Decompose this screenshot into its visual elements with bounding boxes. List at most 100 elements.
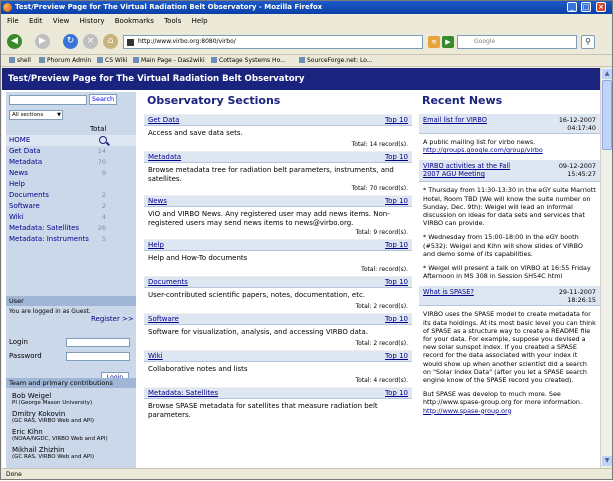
section-total: Total: 14 record(s). [351, 141, 408, 148]
reload-icon[interactable]: ↻ [63, 34, 78, 49]
menu-history[interactable]: History [80, 17, 105, 25]
top10-link[interactable]: Top 10 [385, 278, 408, 286]
menu-edit[interactable]: Edit [29, 17, 43, 25]
top10-link[interactable]: Top 10 [385, 352, 408, 360]
status-bar: Done [2, 468, 612, 480]
login-label: Login [9, 338, 28, 346]
password-label: Password [9, 352, 42, 360]
bookmark-item[interactable]: shell [9, 55, 31, 67]
section-description: Browse SPASE metadata for satellites tha… [148, 402, 378, 419]
section-link[interactable]: Documents [148, 278, 188, 286]
news-datetime: 29-11-2007 18:26:15 [558, 288, 596, 305]
section-total: Total: record(s). [361, 266, 408, 273]
section-link[interactable]: Software [148, 315, 179, 323]
news-headline-link[interactable]: Email list for VIRBO [423, 116, 523, 124]
close-button[interactable]: × [596, 2, 606, 12]
section-link[interactable]: News [148, 197, 167, 205]
news-item: VIRBO activities at the Fall 2007 AGU Me… [419, 160, 600, 280]
login-field[interactable] [66, 338, 130, 347]
nav-count: 70 [97, 158, 106, 166]
section-link[interactable]: Wiki [148, 352, 163, 360]
page-banner: Test/Preview Page for The Virtual Radiat… [2, 68, 600, 90]
nav-item-metadata-instruments[interactable]: Metadata: Instruments 5 [6, 234, 136, 245]
bookmark-item[interactable]: Cottage Systems Ho... [211, 55, 286, 67]
status-text: Done [6, 471, 22, 478]
section-description: User-contributed scientific papers, note… [148, 291, 366, 299]
menu-file[interactable]: File [7, 17, 19, 25]
search-icon[interactable] [99, 136, 107, 144]
top10-link[interactable]: Top 10 [385, 197, 408, 205]
scroll-up-arrow-icon[interactable]: ▲ [602, 69, 612, 79]
top10-link[interactable]: Top 10 [385, 315, 408, 323]
go-icon[interactable]: ▶ [442, 36, 454, 48]
register-link[interactable]: Register >> [91, 315, 134, 323]
news-headline-link[interactable]: VIRBO activities at the Fall 2007 AGU Me… [423, 162, 523, 178]
section-link[interactable]: Metadata [148, 153, 181, 161]
section-description: Browse metadata tree for radiation belt … [148, 166, 394, 183]
section-link[interactable]: Metadata: Satellites [148, 389, 218, 397]
bookmark-icon [9, 57, 15, 63]
news-datetime: 16-12-2007 04:17:40 [558, 116, 596, 132]
search-button[interactable]: Search [89, 94, 117, 105]
top10-link[interactable]: Top 10 [385, 241, 408, 249]
page-content: Test/Preview Page for The Virtual Radiat… [2, 68, 600, 468]
nav-item-metadata[interactable]: Metadata 70 [6, 157, 136, 168]
vertical-scrollbar[interactable]: ▲ ▼ [600, 68, 612, 468]
bookmark-icon [133, 57, 139, 63]
news-link[interactable]: http://groups.google.com/group/virbo [423, 146, 596, 154]
nav-item-documents[interactable]: Documents 2 [6, 190, 136, 201]
forward-arrow-icon[interactable]: ▶ [35, 34, 50, 49]
site-search-input[interactable] [9, 95, 87, 105]
team-header: Team and primary contributions [6, 378, 136, 388]
user-panel: User You are logged in as Guest. Registe… [6, 296, 136, 383]
nav-item-wiki[interactable]: Wiki 4 [6, 212, 136, 223]
menu-tools[interactable]: Tools [164, 17, 181, 25]
news-datetime: 09-12-2007 15:45:27 [558, 162, 596, 179]
password-field[interactable] [66, 352, 130, 361]
menu-view[interactable]: View [53, 17, 70, 25]
recent-news: Recent News Email list for VIRBO 16-12-20… [419, 92, 600, 421]
nav-item-help[interactable]: Help [6, 179, 136, 190]
nav-item-metadata-satellites[interactable]: Metadata: Satellites 26 [6, 223, 136, 234]
bookmarks-toolbar: shell Phorum Admin CS Wiki Main Page - D… [1, 55, 612, 67]
bookmark-icon [97, 57, 103, 63]
nav-item-news[interactable]: News 9 [6, 168, 136, 179]
section-block: Wiki Top 10 Collaborative notes and lists… [144, 350, 412, 385]
section-link[interactable]: Help [148, 241, 164, 249]
home-icon[interactable]: ⌂ [103, 34, 118, 49]
bookmark-item[interactable]: CS Wiki [97, 55, 128, 67]
top10-link[interactable]: Top 10 [385, 389, 408, 397]
team-panel: Team and primary contributions Bob Weige… [6, 378, 136, 460]
observatory-sections: Observatory Sections Get Data Top 10 Acce… [144, 92, 412, 420]
stop-icon[interactable]: × [83, 34, 98, 49]
scrollbar-thumb[interactable] [602, 80, 612, 150]
section-select[interactable]: All sections [9, 110, 63, 120]
nav-item-home[interactable]: HOME [6, 135, 136, 146]
news-link[interactable]: http://www.spase-group.org [423, 407, 596, 415]
address-bar[interactable]: http://www.virbo.org:8080/virbo/ [123, 35, 423, 49]
rss-feed-icon[interactable]: ≋ [428, 36, 440, 48]
user-header: User [6, 296, 136, 306]
minimize-button[interactable]: _ [567, 2, 577, 12]
news-headline-link[interactable]: What is SPASE? [423, 288, 523, 296]
top10-link[interactable]: Top 10 [385, 153, 408, 161]
back-arrow-icon[interactable]: ◀ [7, 34, 22, 49]
menu-help[interactable]: Help [192, 17, 208, 25]
section-description: Collaborative notes and lists [148, 365, 248, 373]
menu-bookmarks[interactable]: Bookmarks [115, 17, 154, 25]
nav-count: 26 [97, 224, 106, 232]
search-input[interactable]: Google [457, 35, 577, 49]
top10-link[interactable]: Top 10 [385, 116, 408, 124]
scroll-down-arrow-icon[interactable]: ▼ [602, 456, 612, 466]
section-block: Help Top 10 Help and How-To documents Tot… [144, 239, 412, 274]
bookmark-item[interactable]: SourceForge.net: Lo... [299, 55, 373, 67]
search-icon[interactable]: ⚲ [581, 35, 595, 49]
nav-item-get-data[interactable]: Get Data 14 [6, 146, 136, 157]
bookmark-item[interactable]: Main Page - Das2wiki [133, 55, 205, 67]
nav-item-software[interactable]: Software 2 [6, 201, 136, 212]
nav-count: 2 [101, 191, 106, 199]
section-link[interactable]: Get Data [148, 116, 179, 124]
news-body: VIRBO uses the SPASE model to create met… [423, 310, 596, 415]
bookmark-item[interactable]: Phorum Admin [39, 55, 91, 67]
maximize-button[interactable]: □ [581, 2, 591, 12]
